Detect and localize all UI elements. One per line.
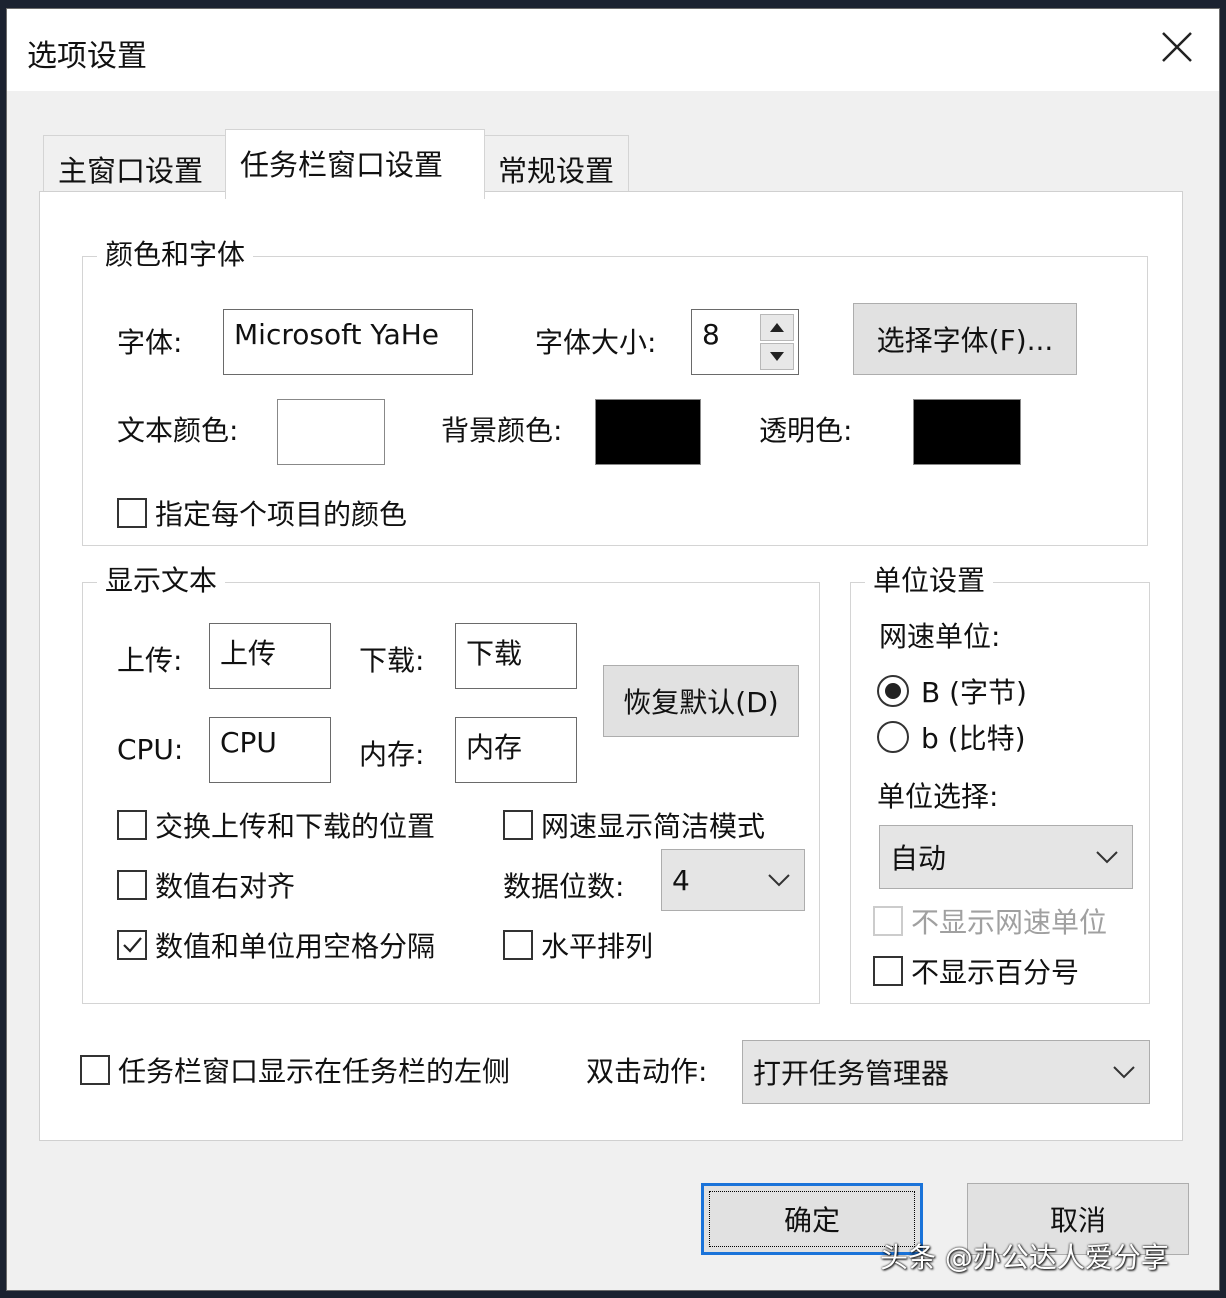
memory-text-field[interactable]: 内存	[455, 717, 577, 783]
close-button[interactable]	[1157, 27, 1197, 67]
triangle-up-icon	[770, 323, 784, 332]
checkbox-box	[117, 930, 147, 960]
swap-updown-checkbox[interactable]: 交换上传和下载的位置	[117, 805, 435, 845]
per-item-color-label: 指定每个项目的颜色	[155, 498, 408, 531]
tab-panel: 颜色和字体 字体: Microsoft YaHe 字体大小: 8 选择字体(F)…	[39, 191, 1183, 1141]
hide-percent-checkbox[interactable]: 不显示百分号	[873, 951, 1079, 991]
checkbox-box	[503, 930, 533, 960]
radio-unselected-icon	[877, 721, 909, 753]
checkbox-box	[117, 870, 147, 900]
radio-bit[interactable]: b (比特)	[877, 717, 1026, 757]
spin-up-button[interactable]	[760, 314, 794, 341]
spin-down-button[interactable]	[760, 343, 794, 370]
chevron-down-icon	[1096, 851, 1118, 864]
checkbox-box	[503, 810, 533, 840]
cpu-text-field[interactable]: CPU	[209, 717, 331, 783]
title-bar: 选项设置	[7, 9, 1219, 91]
swap-updown-label: 交换上传和下载的位置	[155, 810, 436, 843]
checkmark-icon	[123, 937, 142, 953]
space-separate-label: 数值和单位用空格分隔	[155, 930, 436, 963]
radio-bit-label: b (比特)	[921, 722, 1026, 755]
close-icon	[1162, 32, 1192, 62]
double-click-select[interactable]: 打开任务管理器	[742, 1040, 1150, 1104]
radio-byte-label: B (字节)	[921, 676, 1027, 709]
choose-font-button[interactable]: 选择字体(F)...	[853, 303, 1077, 375]
right-align-label: 数值右对齐	[155, 870, 296, 903]
speed-unit-label: 网速单位:	[879, 620, 1001, 653]
watermark: 头条 @办公达人爱分享	[880, 1241, 1169, 1274]
double-click-label: 双击动作:	[586, 1055, 708, 1088]
text-color-label: 文本颜色:	[117, 414, 239, 447]
upload-label: 上传:	[117, 644, 183, 677]
unit-select[interactable]: 自动	[879, 825, 1133, 889]
digits-select[interactable]: 4	[661, 849, 805, 911]
chevron-down-icon	[1113, 1066, 1135, 1079]
checkbox-box	[873, 956, 903, 986]
show-left-label: 任务栏窗口显示在任务栏的左侧	[118, 1055, 511, 1088]
color-font-group-title: 颜色和字体	[97, 233, 254, 273]
right-align-checkbox[interactable]: 数值右对齐	[117, 865, 295, 905]
options-dialog: 选项设置 主窗口设置 任务栏窗口设置 常规设置 颜色和字体 字体: Micros…	[6, 8, 1220, 1291]
checkbox-box	[117, 810, 147, 840]
display-text-group-title: 显示文本	[97, 559, 226, 599]
restore-default-button[interactable]: 恢复默认(D)	[603, 665, 799, 737]
digits-value: 4	[672, 863, 690, 897]
chevron-down-icon	[768, 874, 790, 887]
font-size-label: 字体大小:	[535, 326, 657, 359]
radio-selected-icon	[877, 675, 909, 707]
horizontal-checkbox[interactable]: 水平排列	[503, 925, 653, 965]
speed-compact-label: 网速显示简洁模式	[541, 810, 766, 843]
text-color-swatch[interactable]	[277, 399, 385, 465]
double-click-value: 打开任务管理器	[753, 1057, 950, 1090]
hide-speed-unit-checkbox[interactable]: 不显示网速单位	[873, 901, 1107, 941]
display-text-group: 显示文本 上传: 上传 下载: 下载 恢复默认(D) CPU: CPU 内存: …	[82, 559, 820, 1004]
font-size-spinner[interactable]: 8	[691, 309, 799, 375]
checkbox-box	[80, 1055, 110, 1085]
cpu-label: CPU:	[117, 733, 184, 766]
unit-settings-group-title: 单位设置	[865, 559, 994, 599]
font-label: 字体:	[117, 326, 183, 359]
memory-label: 内存:	[359, 738, 425, 771]
font-name-field[interactable]: Microsoft YaHe	[223, 309, 473, 375]
unit-select-value: 自动	[890, 842, 947, 875]
unit-select-label: 单位选择:	[877, 780, 999, 813]
dialog-title: 选项设置	[27, 39, 147, 74]
show-left-checkbox[interactable]: 任务栏窗口显示在任务栏的左侧	[80, 1050, 510, 1090]
tab-general[interactable]: 常规设置	[483, 135, 629, 191]
space-separate-checkbox[interactable]: 数值和单位用空格分隔	[117, 925, 435, 965]
horizontal-label: 水平排列	[541, 930, 654, 963]
color-font-group: 颜色和字体 字体: Microsoft YaHe 字体大小: 8 选择字体(F)…	[82, 233, 1148, 546]
transparent-color-label: 透明色:	[759, 414, 853, 447]
checkbox-box	[117, 498, 147, 528]
font-size-value: 8	[702, 318, 720, 351]
bg-color-swatch[interactable]	[595, 399, 701, 465]
digits-label: 数据位数:	[503, 870, 625, 903]
hide-speed-unit-label: 不显示网速单位	[911, 906, 1108, 939]
speed-compact-checkbox[interactable]: 网速显示简洁模式	[503, 805, 765, 845]
tab-taskbar-window[interactable]: 任务栏窗口设置	[225, 129, 485, 199]
hide-percent-label: 不显示百分号	[911, 956, 1080, 989]
download-text-field[interactable]: 下载	[455, 623, 577, 689]
transparent-color-swatch[interactable]	[913, 399, 1021, 465]
per-item-color-checkbox[interactable]: 指定每个项目的颜色	[117, 493, 407, 533]
bg-color-label: 背景颜色:	[441, 414, 563, 447]
upload-text-field[interactable]: 上传	[209, 623, 331, 689]
tab-main-window[interactable]: 主窗口设置	[43, 135, 227, 191]
triangle-down-icon	[770, 352, 784, 361]
ok-label: 确定	[783, 1204, 840, 1237]
download-label: 下载:	[359, 644, 425, 677]
checkbox-box	[873, 906, 903, 936]
unit-settings-group: 单位设置 网速单位: B (字节) b (比特) 单位选择: 自动 不显示网速单…	[850, 559, 1150, 1004]
radio-byte[interactable]: B (字节)	[877, 671, 1027, 711]
